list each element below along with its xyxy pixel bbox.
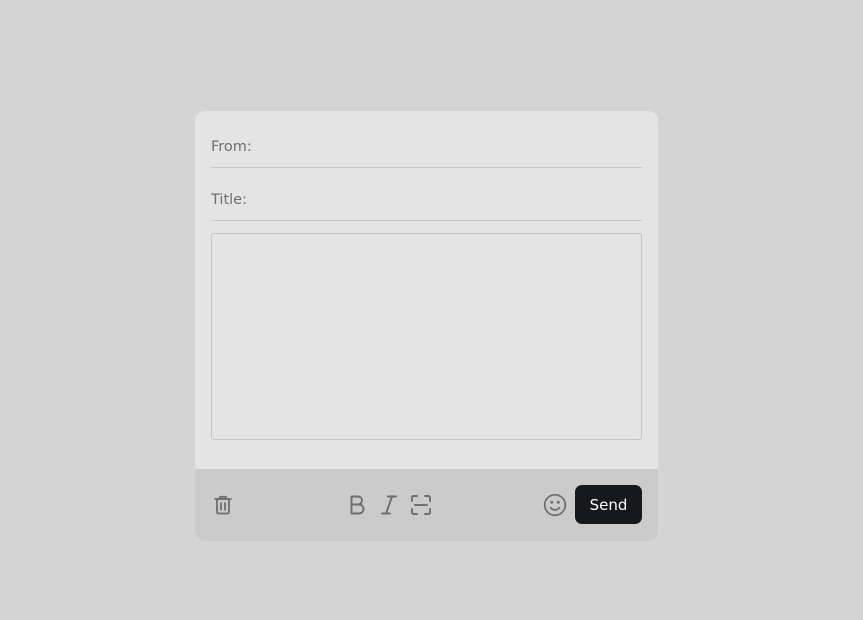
code-block-icon — [409, 493, 433, 517]
trash-icon — [211, 493, 235, 517]
send-button[interactable]: Send — [575, 485, 642, 524]
title-input[interactable] — [255, 188, 639, 214]
compose-toolbar: Send — [195, 469, 658, 541]
bold-button[interactable] — [343, 491, 371, 519]
title-label: Title: — [211, 192, 247, 208]
bold-icon — [345, 493, 369, 517]
italic-button[interactable] — [375, 491, 403, 519]
compose-card: From: Title: Send — [195, 111, 658, 541]
from-field: From: — [211, 127, 642, 168]
smiley-icon — [542, 492, 568, 518]
from-label: From: — [211, 139, 252, 155]
italic-icon — [377, 493, 401, 517]
emoji-button[interactable] — [541, 491, 569, 519]
code-block-button[interactable] — [407, 491, 435, 519]
message-body-textarea[interactable] — [211, 233, 642, 440]
delete-button[interactable] — [209, 491, 237, 519]
title-field: Title: — [211, 180, 642, 221]
from-input[interactable] — [255, 135, 639, 161]
